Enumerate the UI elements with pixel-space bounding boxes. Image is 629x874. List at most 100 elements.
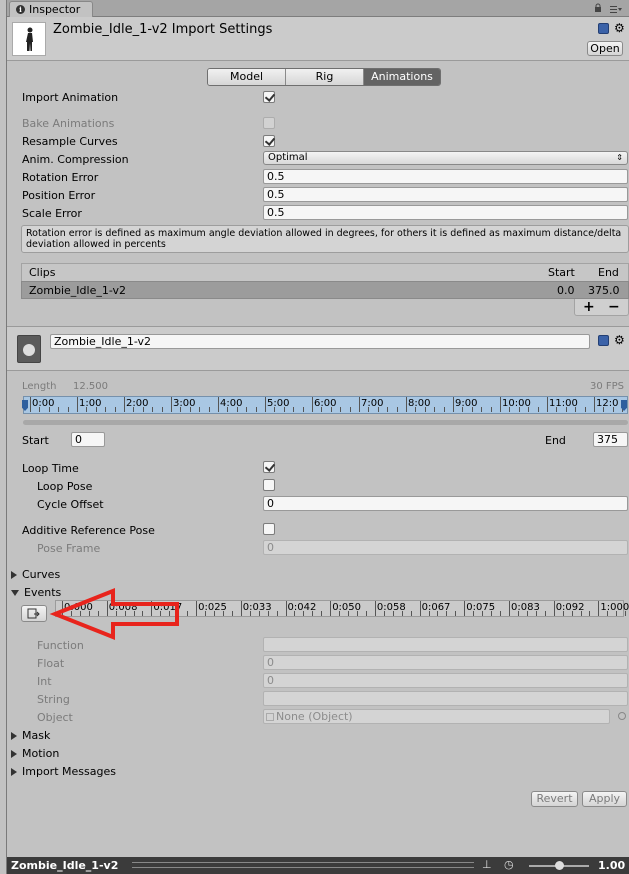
page-title: Zombie_Idle_1-v2 Import Settings [53,22,273,37]
timeline-tick-label: 5:00 [267,398,290,409]
add-event-button[interactable] [21,605,47,622]
timeline-minor-tick [556,407,558,412]
resample-curves-checkbox[interactable] [263,135,275,147]
object-field: None (Object) [263,709,610,724]
import-animation-checkbox[interactable] [263,91,275,103]
timeline-tick [30,397,31,412]
timeline-minor-tick [462,407,464,412]
add-clip-button[interactable]: + [583,299,595,315]
clip-help-icon[interactable] [598,335,609,346]
tab-strip: i Inspector [7,0,629,17]
events-minor-tick [383,611,385,616]
import-messages-foldout[interactable]: Import Messages [11,765,116,778]
timeline-tick-label: 1:00 [79,398,102,409]
cycle-offset-label: Cycle Offset [37,498,104,511]
timeline-tick [594,397,595,412]
pose-frame-field: 0 [263,540,628,555]
play-button[interactable] [17,335,41,363]
timeline-minor-tick [105,407,107,412]
tab-animations[interactable]: Animations [364,69,440,85]
anim-compression-select[interactable]: Optimal ⇕ [263,151,628,165]
open-button[interactable]: Open [587,41,623,56]
float-field: 0 [263,655,628,670]
rotation-error-label: Rotation Error [22,171,99,184]
preview-bar: Zombie_Idle_1-v2 ⊥ ◷ 1.00 [7,857,629,874]
additive-pose-checkbox[interactable] [263,523,275,535]
apply-button[interactable]: Apply [582,791,627,807]
clip-start-cell: 0.0 [557,284,575,297]
motion-foldout[interactable]: Motion [11,747,59,760]
timeline-minor-tick [603,407,605,412]
timeline-minor-tick [142,407,144,412]
cycle-offset-field[interactable]: 0 [263,496,628,511]
scale-error-field[interactable]: 0.5 [263,205,628,220]
motion-label: Motion [22,747,60,760]
events-tick [240,601,242,616]
clip-gear-icon[interactable]: ⚙ [614,334,625,346]
events-minor-tick [276,611,278,616]
loop-time-checkbox[interactable] [263,461,275,473]
position-error-label: Position Error [22,189,96,202]
events-minor-tick [312,611,314,616]
start-marker[interactable] [22,400,28,411]
curves-label: Curves [22,568,61,581]
resample-curves-label: Resample Curves [22,135,118,148]
timeline-minor-tick [208,407,210,412]
gear-icon[interactable]: ⚙ [614,22,625,34]
events-minor-tick [428,611,430,616]
loop-pose-checkbox[interactable] [263,479,275,491]
bake-animations-checkbox [263,117,275,129]
help-icon[interactable] [598,23,609,34]
timeline-minor-tick [293,407,295,412]
curves-foldout[interactable]: Curves [11,568,60,581]
timeline-minor-tick [490,407,492,412]
start-field[interactable]: 0 [71,432,105,447]
table-row[interactable]: Zombie_Idle_1-v2 0.0 375.0 [21,281,629,299]
events-minor-tick [544,611,546,616]
timeline-minor-tick [387,407,389,412]
timeline-minor-tick [58,407,60,412]
mask-label: Mask [22,729,51,742]
lock-icon[interactable] [594,3,602,12]
events-minor-tick [401,611,403,616]
timeline-minor-tick [443,407,445,412]
remove-clip-button[interactable]: − [608,299,620,315]
events-minor-tick [473,611,475,616]
timeline-tick-label: 12:0 [596,398,619,409]
loop-time-label: Loop Time [22,462,79,475]
length-value: 12.500 [73,381,108,392]
speed-slider-thumb[interactable] [555,861,564,870]
red-arrow-annotation [49,588,179,640]
additive-pose-label: Additive Reference Pose [22,524,155,537]
mask-foldout[interactable]: Mask [11,729,50,742]
timeline-tick [406,397,407,412]
end-field[interactable]: 375 [593,432,628,447]
clips-column-end: End [598,266,619,279]
tab-inspector[interactable]: i Inspector [9,1,93,17]
tab-model[interactable]: Model [208,69,286,85]
clip-timeline[interactable]: 0:00 1:00 2:00 3:00 4:00 5:00 6:00 7:00 8:00 9:00… [22,396,628,414]
rotation-error-field[interactable]: 0.5 [263,169,628,184]
events-tick [330,601,332,616]
function-label: Function [37,639,84,652]
events-minor-tick [491,611,493,616]
events-minor-tick [321,611,323,616]
timeline-minor-tick [180,407,182,412]
tab-rig[interactable]: Rig [286,69,364,85]
pivot-icon[interactable]: ⊥ [482,858,492,871]
events-minor-tick [562,611,564,616]
timeline-minor-tick [481,407,483,412]
menu-icon[interactable] [610,4,622,13]
import-messages-label: Import Messages [22,765,116,778]
object-icon [266,713,274,721]
timeline-scrollbar[interactable] [23,420,628,425]
clips-column-start: Start [548,266,575,279]
clip-name-field[interactable]: Zombie_Idle_1-v2 [50,334,590,349]
object-picker-icon[interactable] [618,712,626,720]
position-error-field[interactable]: 0.5 [263,187,628,202]
timeline-minor-tick [537,407,539,412]
info-icon: i [16,5,25,14]
revert-button[interactable]: Revert [531,791,578,807]
events-tick [419,601,421,616]
speed-icon[interactable]: ◷ [504,858,514,871]
